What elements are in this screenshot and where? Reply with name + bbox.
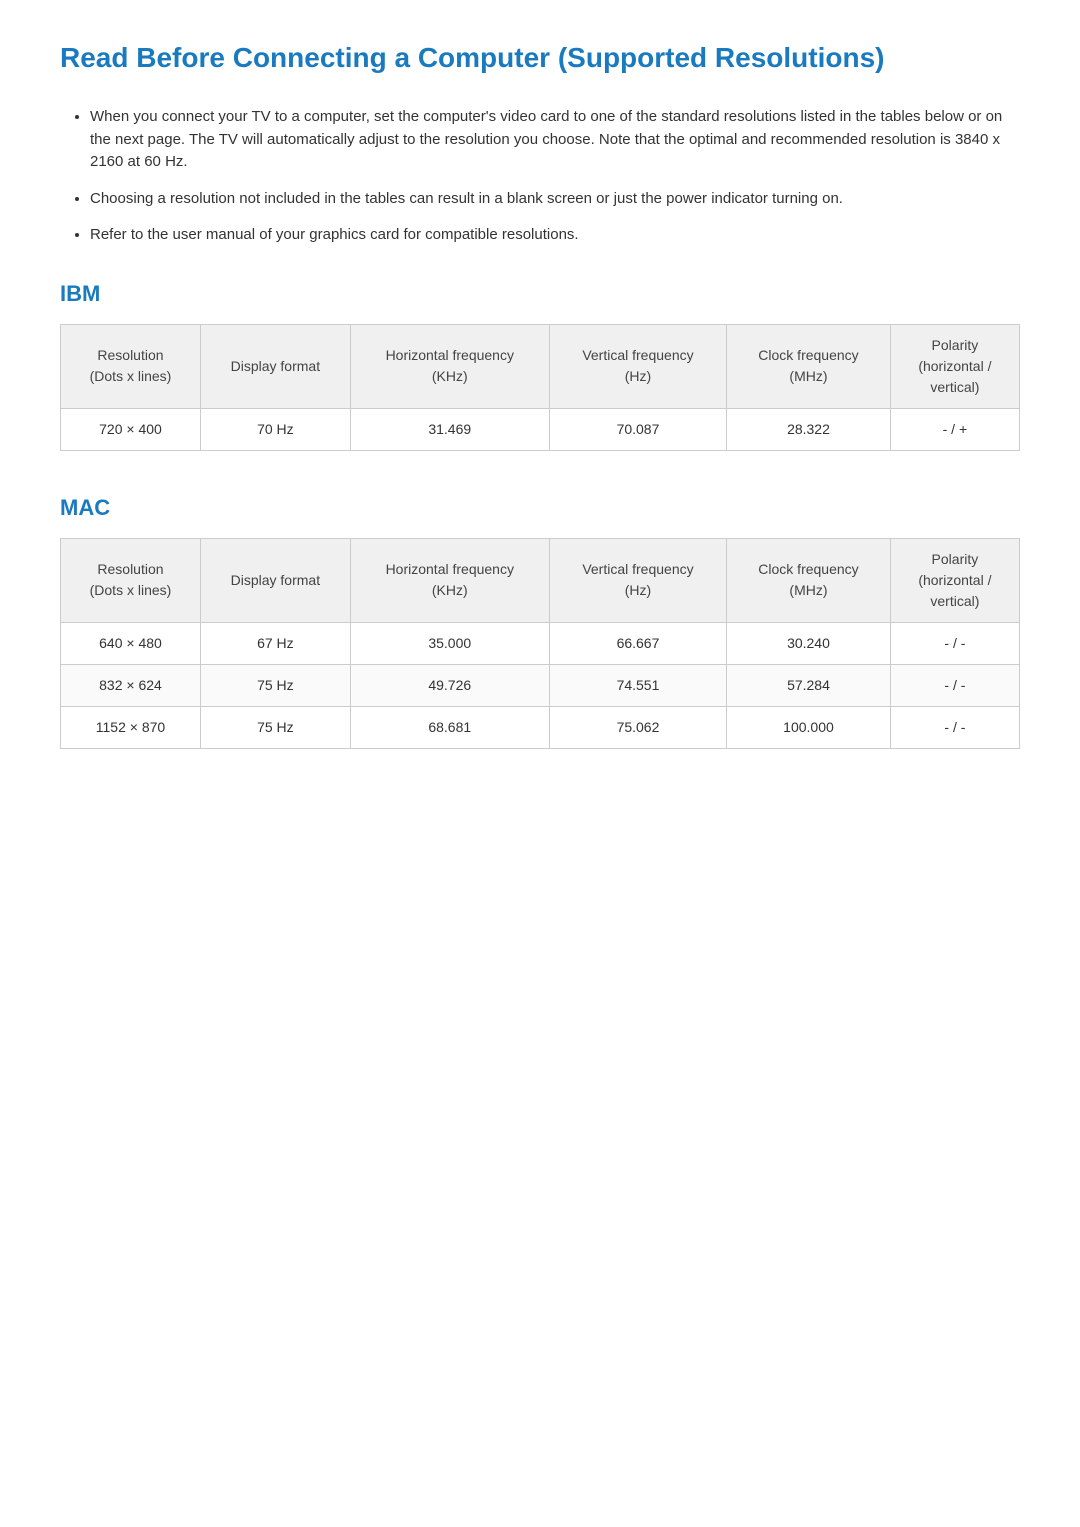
intro-bullet-3: Refer to the user manual of your graphic… bbox=[90, 224, 1020, 247]
table-row: 832 × 624 75 Hz 49.726 74.551 57.284 - /… bbox=[61, 664, 1020, 706]
cell-v-freq: 70.087 bbox=[549, 408, 726, 450]
mac-col-polarity: Polarity(horizontal /vertical) bbox=[890, 538, 1019, 622]
cell-h-freq: 49.726 bbox=[350, 664, 549, 706]
mac-col-clock: Clock frequency(MHz) bbox=[727, 538, 891, 622]
cell-display-format: 75 Hz bbox=[200, 706, 350, 748]
ibm-col-h-freq: Horizontal frequency(KHz) bbox=[350, 324, 549, 408]
cell-polarity: - / - bbox=[890, 622, 1019, 664]
mac-col-display-format: Display format bbox=[200, 538, 350, 622]
cell-display-format: 67 Hz bbox=[200, 622, 350, 664]
intro-list: When you connect your TV to a computer, … bbox=[60, 106, 1020, 247]
mac-section-title: MAC bbox=[60, 491, 1020, 524]
ibm-col-v-freq: Vertical frequency(Hz) bbox=[549, 324, 726, 408]
mac-table: Resolution(Dots x lines) Display format … bbox=[60, 538, 1020, 749]
cell-polarity: - / - bbox=[890, 706, 1019, 748]
cell-v-freq: 66.667 bbox=[549, 622, 726, 664]
cell-display-format: 70 Hz bbox=[200, 408, 350, 450]
cell-clock: 57.284 bbox=[727, 664, 891, 706]
cell-v-freq: 75.062 bbox=[549, 706, 726, 748]
intro-bullet-2: Choosing a resolution not included in th… bbox=[90, 188, 1020, 211]
table-row: 640 × 480 67 Hz 35.000 66.667 30.240 - /… bbox=[61, 622, 1020, 664]
cell-h-freq: 35.000 bbox=[350, 622, 549, 664]
ibm-table: Resolution(Dots x lines) Display format … bbox=[60, 324, 1020, 451]
cell-clock: 30.240 bbox=[727, 622, 891, 664]
cell-h-freq: 31.469 bbox=[350, 408, 549, 450]
table-row: 720 × 400 70 Hz 31.469 70.087 28.322 - /… bbox=[61, 408, 1020, 450]
cell-h-freq: 68.681 bbox=[350, 706, 549, 748]
ibm-col-display-format: Display format bbox=[200, 324, 350, 408]
cell-clock: 100.000 bbox=[727, 706, 891, 748]
cell-resolution: 832 × 624 bbox=[61, 664, 201, 706]
ibm-table-header-row: Resolution(Dots x lines) Display format … bbox=[61, 324, 1020, 408]
table-row: 1152 × 870 75 Hz 68.681 75.062 100.000 -… bbox=[61, 706, 1020, 748]
cell-clock: 28.322 bbox=[727, 408, 891, 450]
cell-resolution: 720 × 400 bbox=[61, 408, 201, 450]
ibm-col-clock: Clock frequency(MHz) bbox=[727, 324, 891, 408]
cell-polarity: - / - bbox=[890, 664, 1019, 706]
intro-bullet-1: When you connect your TV to a computer, … bbox=[90, 106, 1020, 174]
cell-v-freq: 74.551 bbox=[549, 664, 726, 706]
cell-polarity: - / + bbox=[890, 408, 1019, 450]
ibm-col-polarity: Polarity(horizontal /vertical) bbox=[890, 324, 1019, 408]
ibm-section: IBM Resolution(Dots x lines) Display for… bbox=[60, 277, 1020, 451]
page-title: Read Before Connecting a Computer (Suppo… bbox=[60, 40, 1020, 76]
mac-section: MAC Resolution(Dots x lines) Display for… bbox=[60, 491, 1020, 749]
cell-resolution: 640 × 480 bbox=[61, 622, 201, 664]
mac-col-h-freq: Horizontal frequency(KHz) bbox=[350, 538, 549, 622]
cell-display-format: 75 Hz bbox=[200, 664, 350, 706]
mac-col-resolution: Resolution(Dots x lines) bbox=[61, 538, 201, 622]
ibm-section-title: IBM bbox=[60, 277, 1020, 310]
cell-resolution: 1152 × 870 bbox=[61, 706, 201, 748]
mac-col-v-freq: Vertical frequency(Hz) bbox=[549, 538, 726, 622]
ibm-col-resolution: Resolution(Dots x lines) bbox=[61, 324, 201, 408]
mac-table-header-row: Resolution(Dots x lines) Display format … bbox=[61, 538, 1020, 622]
